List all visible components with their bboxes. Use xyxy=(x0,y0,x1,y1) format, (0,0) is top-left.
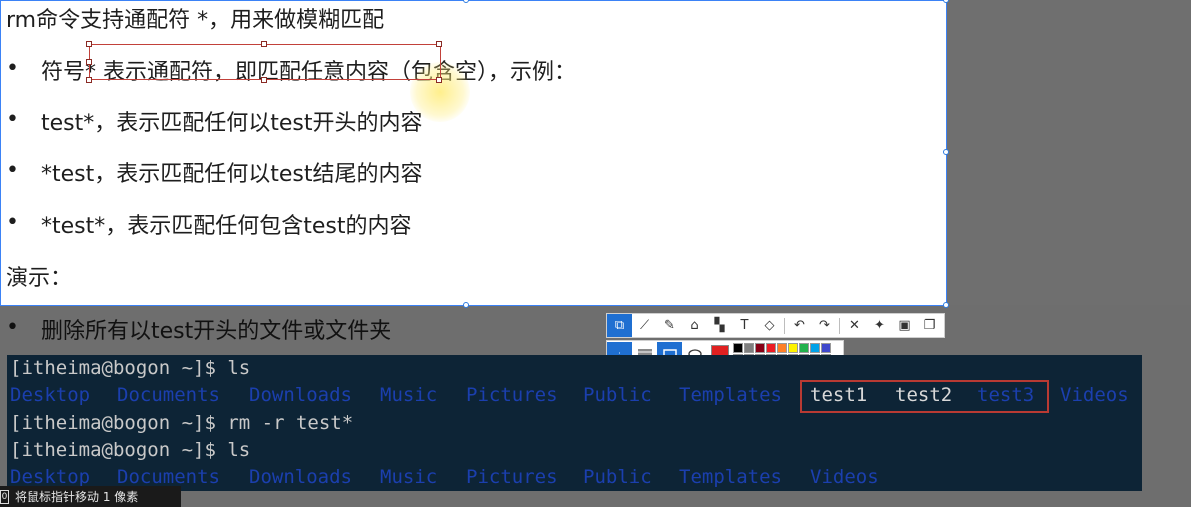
eraser-icon[interactable]: ◇ xyxy=(757,314,782,337)
ls-entry-pictures: Pictures xyxy=(466,384,558,406)
terminal-window: [itheima@bogon ~]$ ls Desktop Documents Do… xyxy=(7,355,1142,491)
rect-select-icon[interactable]: ⧉ xyxy=(607,314,632,337)
ls-entry-desktop: Desktop xyxy=(10,466,91,488)
annotation-handle[interactable] xyxy=(436,41,442,47)
terminal-command: ls xyxy=(227,439,251,461)
terminal-prompt: [itheima@bogon ~]$ xyxy=(10,439,228,461)
color-swatch[interactable] xyxy=(799,343,809,353)
slide-title: rm命令支持通配符 *，用来做模糊匹配 xyxy=(6,8,385,33)
ls-entry-documents: Documents xyxy=(117,384,220,406)
color-swatch[interactable] xyxy=(777,343,787,353)
ls-entry-public: Public xyxy=(583,384,652,406)
test-files-highlight xyxy=(800,380,1049,413)
annotation-handle[interactable] xyxy=(261,77,267,83)
terminal-prompt: [itheima@bogon ~]$ xyxy=(10,357,228,379)
annotation-handle[interactable] xyxy=(86,41,92,47)
terminal-line-1: [itheima@bogon ~]$ ls xyxy=(10,357,250,379)
mosaic-icon[interactable]: ▚ xyxy=(707,314,732,337)
annotation-handle[interactable] xyxy=(436,77,442,83)
ls-entry-desktop: Desktop xyxy=(10,384,91,406)
terminal-command: rm -r test* xyxy=(227,412,354,434)
annotation-handle[interactable] xyxy=(261,41,267,47)
annotation-rectangle[interactable] xyxy=(89,44,441,80)
pin-icon[interactable]: ✦ xyxy=(867,314,892,337)
ls-entry-downloads: Downloads xyxy=(249,466,352,488)
redo-icon[interactable]: ↷ xyxy=(812,314,837,337)
demo-label: 演示： xyxy=(6,266,73,291)
demo-bullet-delete-test: 删除所有以test开头的文件或文件夹 xyxy=(41,319,392,344)
annotation-handle[interactable] xyxy=(86,59,92,65)
bullet-suffix-match: *test，表示匹配任何以test结尾的内容 xyxy=(41,162,423,187)
close-icon[interactable]: ✕ xyxy=(842,314,867,337)
bullet-marker: • xyxy=(6,315,19,340)
color-swatch[interactable] xyxy=(810,343,820,353)
ls-entry-templates: Templates xyxy=(679,384,782,406)
polyline-icon[interactable]: ⟋ xyxy=(632,314,657,337)
selection-handle-right[interactable] xyxy=(943,149,949,155)
bullet-marker: • xyxy=(6,158,19,183)
terminal-command: ls xyxy=(227,357,251,379)
annotation-handle[interactable] xyxy=(86,77,92,83)
bullet-marker: • xyxy=(6,210,19,235)
toolbar-separator xyxy=(839,317,840,334)
terminal-prompt: [itheima@bogon ~]$ xyxy=(10,412,228,434)
ls-entry-pictures: Pictures xyxy=(466,466,558,488)
status-tooltip: 0 将鼠标指针移动 1 像素 xyxy=(0,486,181,507)
bullet-marker: • xyxy=(6,56,19,81)
info-icon: 0 xyxy=(0,489,9,504)
status-text: 将鼠标指针移动 1 像素 xyxy=(15,490,139,504)
ls-entry-templates: Templates xyxy=(679,466,782,488)
color-swatch[interactable] xyxy=(755,343,765,353)
selection-handle-bottom-right[interactable] xyxy=(943,302,949,308)
toolbar-separator xyxy=(784,317,785,334)
ls-entry-music: Music xyxy=(380,466,438,488)
undo-icon[interactable]: ↶ xyxy=(787,314,812,337)
ls-entry-music: Music xyxy=(380,384,438,406)
bullet-marker: • xyxy=(6,107,19,132)
text-icon[interactable]: T xyxy=(732,314,757,337)
terminal-line-3: [itheima@bogon ~]$ ls xyxy=(10,439,250,461)
ls-entry-videos: Videos xyxy=(810,466,879,488)
ls-entry-public: Public xyxy=(583,466,652,488)
save-icon[interactable]: ▣ xyxy=(892,314,917,337)
color-swatch[interactable] xyxy=(733,343,743,353)
color-swatch[interactable] xyxy=(744,343,754,353)
terminal-line-2: [itheima@bogon ~]$ rm -r test* xyxy=(10,412,353,434)
selection-handle-bottom[interactable] xyxy=(463,302,469,308)
ls-entry-downloads: Downloads xyxy=(249,384,352,406)
color-swatch[interactable] xyxy=(766,343,776,353)
color-swatch[interactable] xyxy=(821,343,831,353)
ls-entry-documents: Documents xyxy=(117,466,220,488)
screen-dimmed-region xyxy=(946,0,1191,305)
annotation-toolbar: ⧉ ⟋ ✎ ⌂ ▚ T ◇ ↶ ↷ ✕ ✦ ▣ ❐ xyxy=(606,313,945,338)
bullet-contains-match: *test*，表示匹配任何包含test的内容 xyxy=(41,214,412,239)
ls-entry-videos: Videos xyxy=(1060,384,1129,406)
copy-icon[interactable]: ❐ xyxy=(917,314,942,337)
highlighter-icon[interactable]: ⌂ xyxy=(682,314,707,337)
pencil-icon[interactable]: ✎ xyxy=(657,314,682,337)
bullet-prefix-match: test*，表示匹配任何以test开头的内容 xyxy=(41,111,423,136)
color-swatch[interactable] xyxy=(788,343,798,353)
